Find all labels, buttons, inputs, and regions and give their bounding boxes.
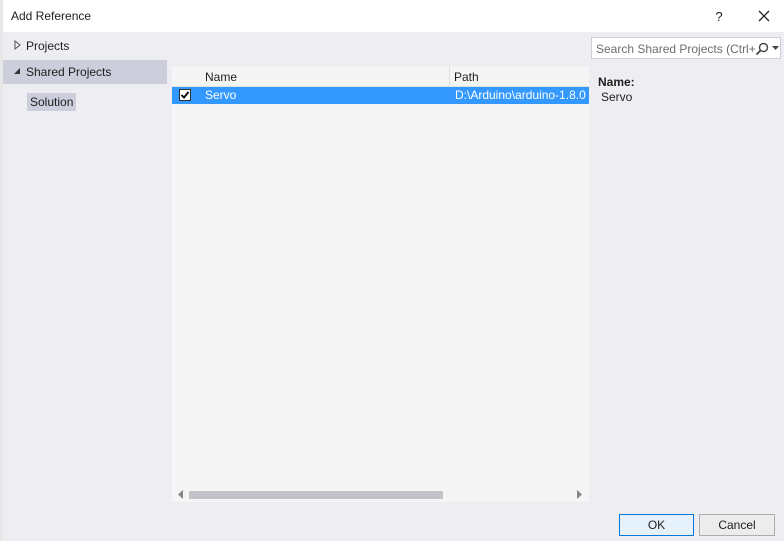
column-header-path[interactable]: Path xyxy=(450,66,589,87)
title-bar xyxy=(3,0,784,32)
row-name: Servo xyxy=(205,88,237,102)
column-header-name[interactable]: Name xyxy=(201,66,450,87)
scroll-right-icon[interactable] xyxy=(575,490,583,499)
nav-item-projects[interactable]: Projects xyxy=(3,34,167,58)
table-row[interactable]: Servo D:\Arduino\arduino-1.8.0 xyxy=(172,87,589,104)
search-input[interactable]: Search Shared Projects (Ctrl+ xyxy=(596,42,756,56)
horizontal-scrollbar[interactable] xyxy=(172,487,589,502)
cancel-button[interactable]: Cancel xyxy=(699,514,775,536)
detail-pane: Name: Servo xyxy=(589,66,784,508)
expand-triangle-icon[interactable] xyxy=(12,40,22,50)
scroll-left-icon[interactable] xyxy=(177,490,185,499)
nav-item-label: Projects xyxy=(26,39,70,53)
close-icon xyxy=(758,10,770,22)
nav-item-shared-projects[interactable]: Shared Projects xyxy=(3,60,167,84)
ok-button[interactable]: OK xyxy=(619,514,694,536)
search-icon[interactable] xyxy=(755,42,769,56)
close-button[interactable] xyxy=(752,3,776,29)
collapse-triangle-icon[interactable] xyxy=(12,66,22,76)
search-box[interactable]: Search Shared Projects (Ctrl+ xyxy=(591,37,781,59)
dialog-title: Add Reference xyxy=(11,9,92,23)
column-header-check[interactable] xyxy=(172,66,202,87)
row-path: D:\Arduino\arduino-1.8.0 xyxy=(455,88,586,102)
chevron-down-icon[interactable] xyxy=(772,46,779,51)
help-button[interactable]: ? xyxy=(707,3,731,29)
detail-name-value: Servo xyxy=(601,90,633,104)
row-checkbox[interactable] xyxy=(179,89,191,101)
detail-name-label: Name: xyxy=(598,75,635,89)
checkmark-icon xyxy=(180,91,190,99)
nav-item-label: Shared Projects xyxy=(26,65,112,79)
reference-list: Name Path xyxy=(172,66,589,502)
scrollbar-thumb[interactable] xyxy=(189,491,443,499)
nav-sub-item-solution[interactable]: Solution xyxy=(27,93,77,111)
